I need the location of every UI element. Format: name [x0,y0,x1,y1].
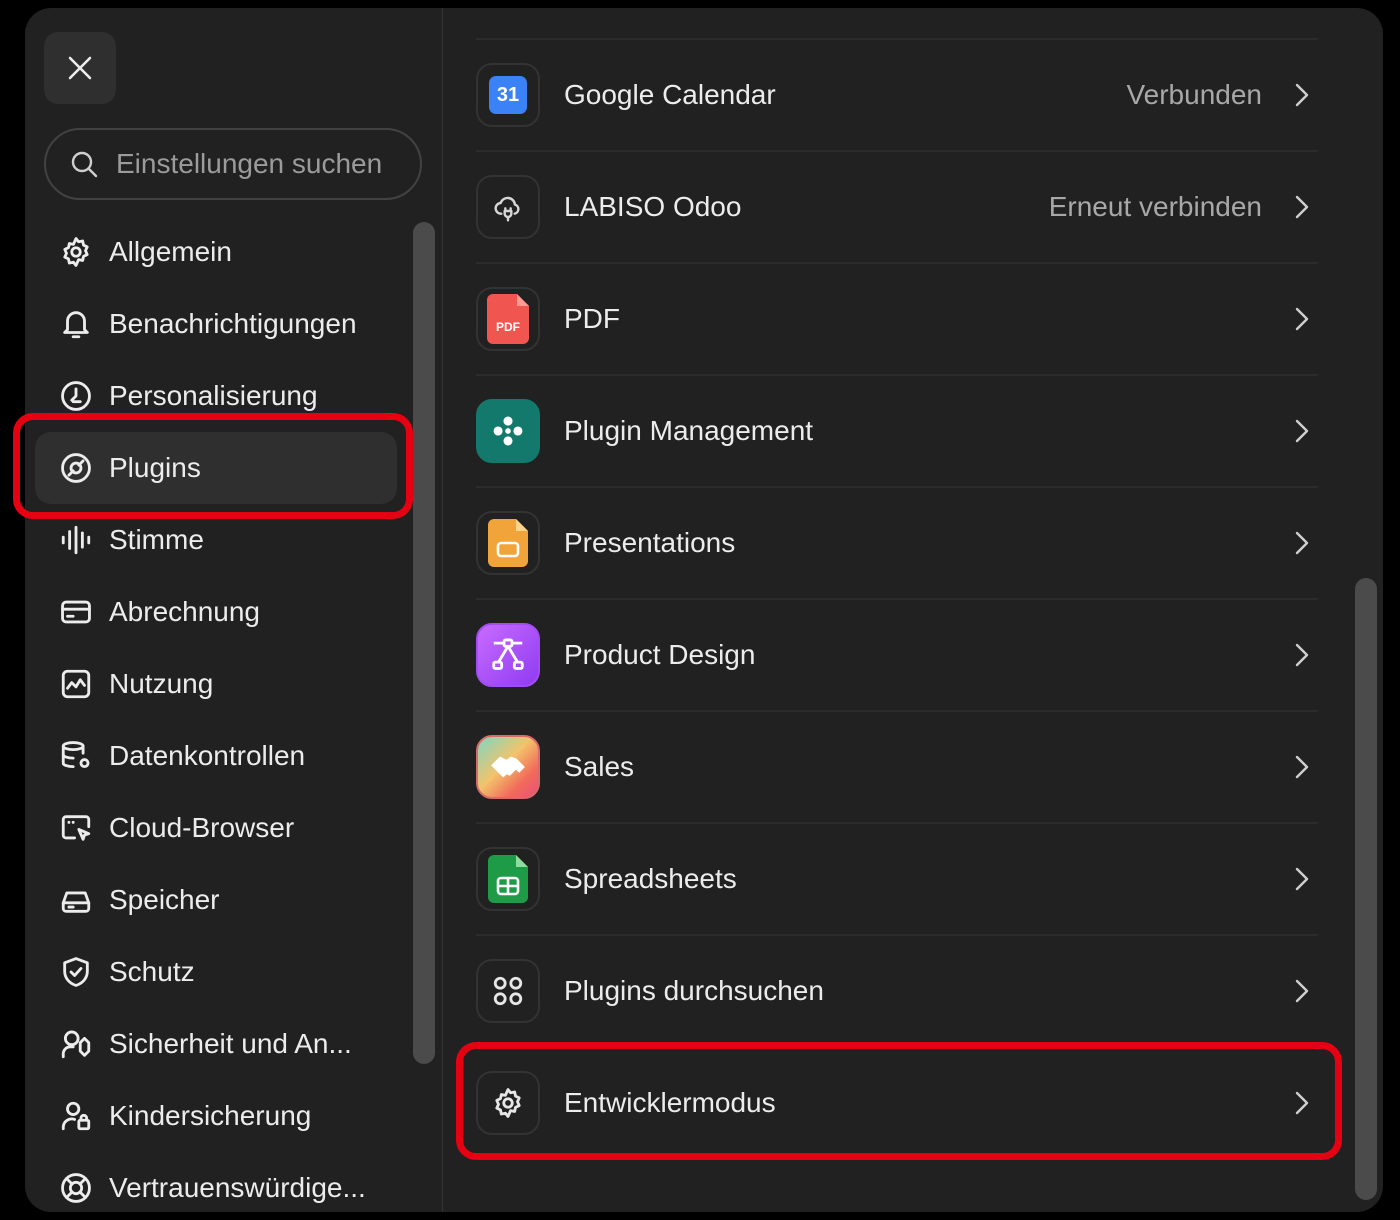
personalize-icon [59,379,93,413]
sidebar-item-vertrauenswuerdige[interactable]: Vertrauenswürdige... [35,1152,397,1212]
sidebar-item-speicher[interactable]: Speicher [35,864,397,936]
plugin-name: Entwicklermodus [564,1087,776,1118]
settings-search[interactable] [44,128,422,200]
settings-sidebar: Allgemein Benachrichtigungen Personalisi… [25,8,443,1212]
sidebar-nav: Allgemein Benachrichtigungen Personalisi… [35,216,397,1212]
chevron-right-icon [1292,417,1312,445]
close-icon [68,56,92,80]
sidebar-item-label: Benachrichtigungen [109,308,357,339]
chevron-right-icon [1292,305,1312,333]
close-button[interactable] [44,32,116,104]
plugin-name: LABISO Odoo [564,191,742,222]
sidebar-item-label: Kindersicherung [109,1100,312,1131]
sidebar-item-label: Vertrauenswürdige... [109,1172,366,1203]
sidebar-item-datenkontrollen[interactable]: Datenkontrollen [35,720,397,792]
plugin-row-labiso-odoo[interactable]: LABISO Odoo Erneut verbinden [476,150,1318,262]
pdf-icon-label: PDF [496,320,520,334]
chevron-right-icon [1292,753,1312,781]
chevron-right-icon [1292,977,1312,1005]
shield-check-icon [59,955,93,989]
chevron-right-icon [1292,529,1312,557]
plugin-name: Presentations [564,527,736,558]
database-gear-icon [59,739,93,773]
gear-icon [476,1071,540,1135]
credit-card-icon [59,595,93,629]
plugin-row-plugins-durchsuchen[interactable]: Plugins durchsuchen [476,934,1318,1046]
plugin-row-sales[interactable]: Sales [476,710,1318,822]
product-design-icon [476,623,540,687]
pdf-file-icon: PDF [476,287,540,351]
handshake-icon [476,735,540,799]
sidebar-item-label: Nutzung [109,668,214,699]
plugin-row-google-calendar[interactable]: 31 Google Calendar Verbunden [476,38,1318,150]
sidebar-item-cloud-browser[interactable]: Cloud-Browser [35,792,397,864]
plugin-status: Verbunden [1126,79,1262,110]
chevron-right-icon [1292,1089,1312,1117]
plugin-row-pdf[interactable]: PDF PDF [476,262,1318,374]
chevron-right-icon [1292,81,1312,109]
plugin-name: Sales [564,751,635,782]
content-scrollbar[interactable] [1355,578,1377,1200]
sidebar-item-label: Cloud-Browser [109,812,295,843]
lifebuoy-icon [59,1171,93,1205]
sidebar-item-label: Datenkontrollen [109,740,306,771]
plugin-name: Plugins durchsuchen [564,975,824,1006]
plugin-row-presentations[interactable]: Presentations [476,486,1318,598]
grid-circles-icon [476,959,540,1023]
sidebar-item-sicherheit[interactable]: Sicherheit und An... [35,1008,397,1080]
sidebar-item-abrechnung[interactable]: Abrechnung [35,576,397,648]
storage-drive-icon [59,883,93,917]
sidebar-item-personalisierung[interactable]: Personalisierung [35,360,397,432]
gear-icon [59,235,93,269]
plugin-name: Google Calendar [564,79,776,110]
google-calendar-icon: 31 [476,63,540,127]
plugin-row-plugin-management[interactable]: Plugin Management [476,374,1318,486]
chevron-right-icon [1292,193,1312,221]
bell-icon [59,307,93,341]
sidebar-item-label: Stimme [109,524,204,555]
sidebar-item-stimme[interactable]: Stimme [35,504,397,576]
plugin-name: Product Design [564,639,756,670]
plugin-name: Spreadsheets [564,863,737,894]
search-input[interactable] [116,148,406,180]
person-lock-icon [59,1099,93,1133]
sidebar-item-plugins[interactable]: Plugins [35,432,397,504]
sidebar-item-label: Allgemein [109,236,232,267]
plugin-row-spreadsheets[interactable]: Spreadsheets [476,822,1318,934]
sidebar-item-label: Schutz [109,956,195,987]
browser-cursor-icon [59,811,93,845]
presentations-icon [476,511,540,575]
chevron-right-icon [1292,865,1312,893]
cloud-plug-icon [476,175,540,239]
sidebar-item-label: Abrechnung [109,596,261,627]
sidebar-item-label: Plugins [109,452,201,483]
plugins-icon [59,451,93,485]
plugin-row-product-design[interactable]: Product Design [476,598,1318,710]
sidebar-item-label: Personalisierung [109,380,318,411]
chevron-right-icon [1292,641,1312,669]
plugin-row-entwicklermodus[interactable]: Entwicklermodus [476,1046,1318,1158]
plugin-name: Plugin Management [564,415,814,446]
calendar-date-text: 31 [489,76,527,114]
search-icon [71,151,98,178]
sidebar-item-kindersicherung[interactable]: Kindersicherung [35,1080,397,1152]
plugin-name: PDF [564,303,620,334]
sidebar-item-allgemein[interactable]: Allgemein [35,216,397,288]
sidebar-scrollbar[interactable] [413,222,435,1064]
plugin-list: 31 Google Calendar Verbunden LABISO Odoo… [476,38,1318,1158]
sidebar-item-schutz[interactable]: Schutz [35,936,397,1008]
sidebar-item-label: Speicher [109,884,220,915]
waveform-icon [59,523,93,557]
plugin-status: Erneut verbinden [1048,191,1262,222]
plugin-management-icon [476,399,540,463]
spreadsheet-icon [476,847,540,911]
sidebar-item-label: Sicherheit und An... [109,1028,352,1059]
plugins-panel: 31 Google Calendar Verbunden LABISO Odoo… [443,8,1383,1212]
usage-chart-icon [59,667,93,701]
sidebar-item-benachrichtigungen[interactable]: Benachrichtigungen [35,288,397,360]
security-person-icon [59,1027,93,1061]
sidebar-item-nutzung[interactable]: Nutzung [35,648,397,720]
settings-window: Allgemein Benachrichtigungen Personalisi… [25,8,1383,1212]
